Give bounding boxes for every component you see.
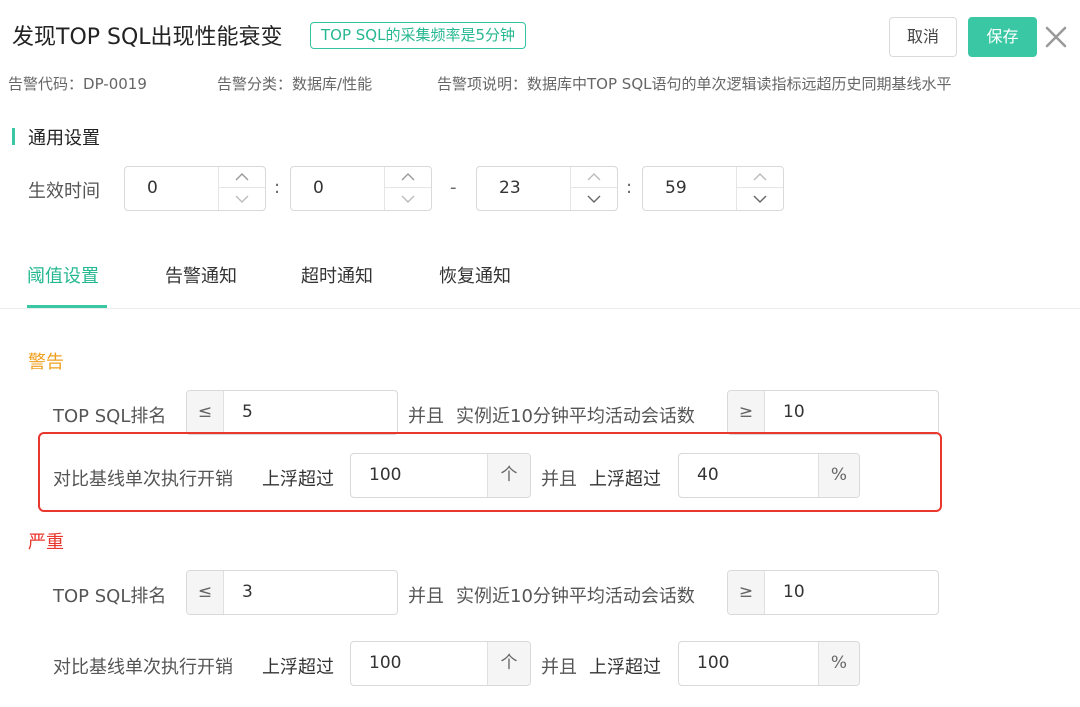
tab-divider: [0, 308, 1080, 309]
critical-and-label-2: 并且: [541, 657, 577, 678]
critical-rise-label-2: 上浮超过: [589, 657, 661, 678]
decrement-button[interactable]: [219, 188, 265, 209]
close-icon[interactable]: [1043, 24, 1069, 50]
critical-rise-count-unit: 个: [487, 642, 530, 685]
critical-sessions-input[interactable]: ≥ 10: [727, 570, 939, 615]
tab-alert-notification[interactable]: 告警通知: [165, 262, 237, 288]
warning-and-label: 并且: [408, 406, 444, 427]
warning-sessions-input[interactable]: ≥ 10: [727, 390, 939, 435]
critical-rise-count-value[interactable]: 100: [369, 653, 401, 673]
alert-code-label: 告警代码：: [8, 75, 84, 93]
critical-sessions-value[interactable]: 10: [783, 582, 805, 602]
stepper-arrows: [384, 167, 431, 210]
alert-code-value: DP-0019: [83, 75, 147, 93]
warning-rank-label: TOP SQL排名: [53, 406, 167, 427]
decrement-button[interactable]: [571, 188, 617, 209]
section-title: 通用设置: [28, 128, 100, 149]
start-minute-value[interactable]: 0: [313, 178, 324, 198]
critical-level-title: 严重: [28, 532, 64, 553]
time-colon: :: [626, 177, 633, 198]
start-hour-value[interactable]: 0: [147, 178, 158, 198]
increment-button[interactable]: [737, 167, 783, 188]
start-hour-stepper[interactable]: 0: [124, 166, 266, 211]
end-hour-stepper[interactable]: 23: [476, 166, 618, 211]
critical-rank-input[interactable]: ≤ 3: [186, 570, 398, 615]
alert-category-value: 数据库/性能: [292, 75, 373, 93]
critical-and-label: 并且: [408, 586, 444, 607]
warning-rank-value[interactable]: 5: [242, 402, 253, 422]
increment-button[interactable]: [219, 167, 265, 188]
stepper-arrows: [218, 167, 265, 210]
critical-rise-pct-unit: %: [818, 642, 859, 685]
alert-code: 告警代码：DP-0019: [8, 73, 147, 94]
decrement-button[interactable]: [737, 188, 783, 209]
warning-sessions-value[interactable]: 10: [783, 402, 805, 422]
critical-rank-value[interactable]: 3: [242, 582, 253, 602]
critical-rise-pct-input[interactable]: 100 %: [678, 641, 860, 686]
alert-category: 告警分类：数据库/性能: [217, 73, 372, 94]
start-minute-stepper[interactable]: 0: [290, 166, 432, 211]
end-minute-stepper[interactable]: 59: [642, 166, 784, 211]
critical-rank-operator: ≤: [187, 571, 224, 614]
alert-category-label: 告警分类：: [217, 75, 293, 93]
alert-description: 告警项说明：数据库中TOP SQL语句的单次逻辑读指标远超历史同期基线水平: [437, 73, 952, 94]
alert-description-label: 告警项说明：: [437, 75, 528, 93]
warning-sessions-label: 实例近10分钟平均活动会话数: [456, 406, 695, 427]
save-button[interactable]: 保存: [968, 17, 1037, 57]
tab-threshold-settings[interactable]: 阈值设置: [27, 262, 99, 288]
end-hour-value[interactable]: 23: [499, 178, 521, 198]
highlight-box: [38, 432, 942, 512]
section-accent-bar: [12, 128, 15, 145]
critical-baseline-label: 对比基线单次执行开销: [53, 657, 233, 678]
critical-rise-count-input[interactable]: 100 个: [350, 641, 531, 686]
warning-level-title: 警告: [28, 352, 64, 373]
critical-rise-label: 上浮超过: [262, 657, 334, 678]
collection-frequency-badge: TOP SQL的采集频率是5分钟: [310, 22, 527, 49]
time-range-dash: -: [450, 177, 457, 198]
end-minute-value[interactable]: 59: [665, 178, 687, 198]
warning-rank-operator: ≤: [187, 391, 224, 434]
decrement-button[interactable]: [385, 188, 431, 209]
tab-timeout-notification[interactable]: 超时通知: [301, 262, 373, 288]
cancel-button[interactable]: 取消: [889, 17, 957, 57]
critical-rise-pct-value[interactable]: 100: [697, 653, 729, 673]
increment-button[interactable]: [385, 167, 431, 188]
increment-button[interactable]: [571, 167, 617, 188]
critical-rank-label: TOP SQL排名: [53, 586, 167, 607]
effective-time-label: 生效时间: [28, 181, 100, 202]
stepper-arrows: [736, 167, 783, 210]
warning-sessions-operator: ≥: [728, 391, 765, 434]
warning-rank-input[interactable]: ≤ 5: [186, 390, 398, 435]
alert-description-value: 数据库中TOP SQL语句的单次逻辑读指标远超历史同期基线水平: [527, 75, 952, 93]
page-title: 发现TOP SQL出现性能衰变: [12, 25, 283, 50]
stepper-arrows: [570, 167, 617, 210]
tab-recovery-notification[interactable]: 恢复通知: [439, 262, 511, 288]
time-colon: :: [274, 177, 281, 198]
critical-sessions-operator: ≥: [728, 571, 765, 614]
critical-sessions-label: 实例近10分钟平均活动会话数: [456, 586, 695, 607]
